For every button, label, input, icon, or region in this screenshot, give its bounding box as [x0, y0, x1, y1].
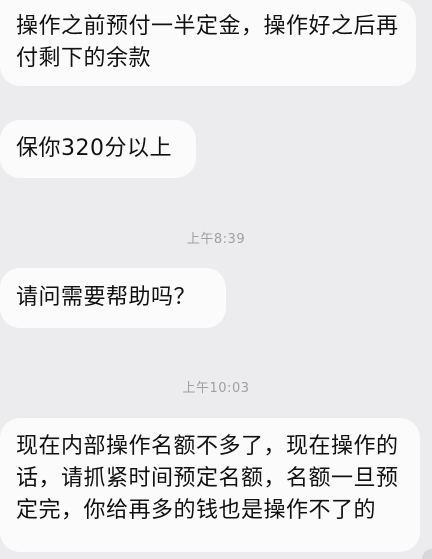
chat-thread: 操作之前预付一半定金，操作好之后再付剩下的余款 保你320分以上 上午8:39 …	[0, 0, 432, 559]
corner-decoration	[422, 549, 432, 559]
message-bubble[interactable]: 请问需要帮助吗？	[0, 268, 226, 328]
message-bubble[interactable]: 保你320分以上	[0, 120, 196, 178]
message-bubble[interactable]: 操作之前预付一半定金，操作好之后再付剩下的余款	[0, 0, 416, 86]
timestamp: 上午8:39	[186, 232, 246, 247]
message-bubble[interactable]: 现在内部操作名额不多了，现在操作的话，请抓紧时间预定名额，名额一旦预定完，你给再…	[0, 418, 420, 552]
timestamp: 上午10:03	[182, 381, 250, 396]
